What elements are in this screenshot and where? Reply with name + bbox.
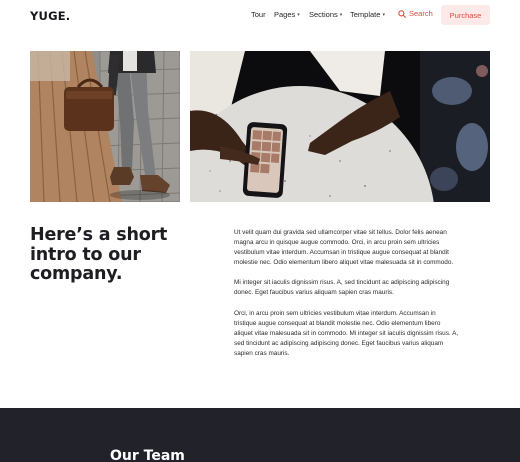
chevron-down-icon: ▾ xyxy=(382,11,385,18)
purchase-label: Purchase xyxy=(449,10,482,20)
intro-body: Ut velit quam dui gravida sed ullamcorpe… xyxy=(234,228,459,369)
search-button[interactable]: Search xyxy=(398,9,433,18)
nav-sections-label: Sections xyxy=(309,10,338,19)
nav-pages[interactable]: Pages ▾ xyxy=(274,10,300,19)
search-icon xyxy=(398,9,406,18)
team-title: Our Team xyxy=(110,448,185,462)
person-with-bag-image xyxy=(30,51,180,202)
chevron-down-icon: ▾ xyxy=(297,11,300,18)
phone-on-table-image xyxy=(190,51,490,202)
nav-pages-label: Pages xyxy=(274,10,296,19)
nav-sections[interactable]: Sections ▾ xyxy=(309,10,342,19)
nav-tour-label: Tour xyxy=(251,10,266,19)
chevron-down-icon: ▾ xyxy=(339,11,343,18)
intro-paragraph: Mi integer sit iaculis dignissim risus. … xyxy=(234,279,450,297)
search-label: Search xyxy=(409,9,433,18)
nav-tour[interactable]: Tour xyxy=(251,10,266,19)
nav-template[interactable]: Template ▾ xyxy=(350,10,385,19)
nav-template-label: Template xyxy=(350,10,381,19)
intro-paragraph: Orci, in arcu proin sem ultricies vestib… xyxy=(234,309,459,357)
purchase-button[interactable]: Purchase xyxy=(441,5,490,25)
logo[interactable]: YUGE. xyxy=(30,9,70,23)
site-header: YUGE. Tour Pages ▾ Sections ▾ Template ▾… xyxy=(0,0,520,30)
team-section: Our Team xyxy=(0,408,520,462)
intro-title: Here’s a short intro to our company. xyxy=(30,225,168,284)
intro-paragraph: Ut velit quam dui gravida sed ullamcorpe… xyxy=(234,229,454,267)
